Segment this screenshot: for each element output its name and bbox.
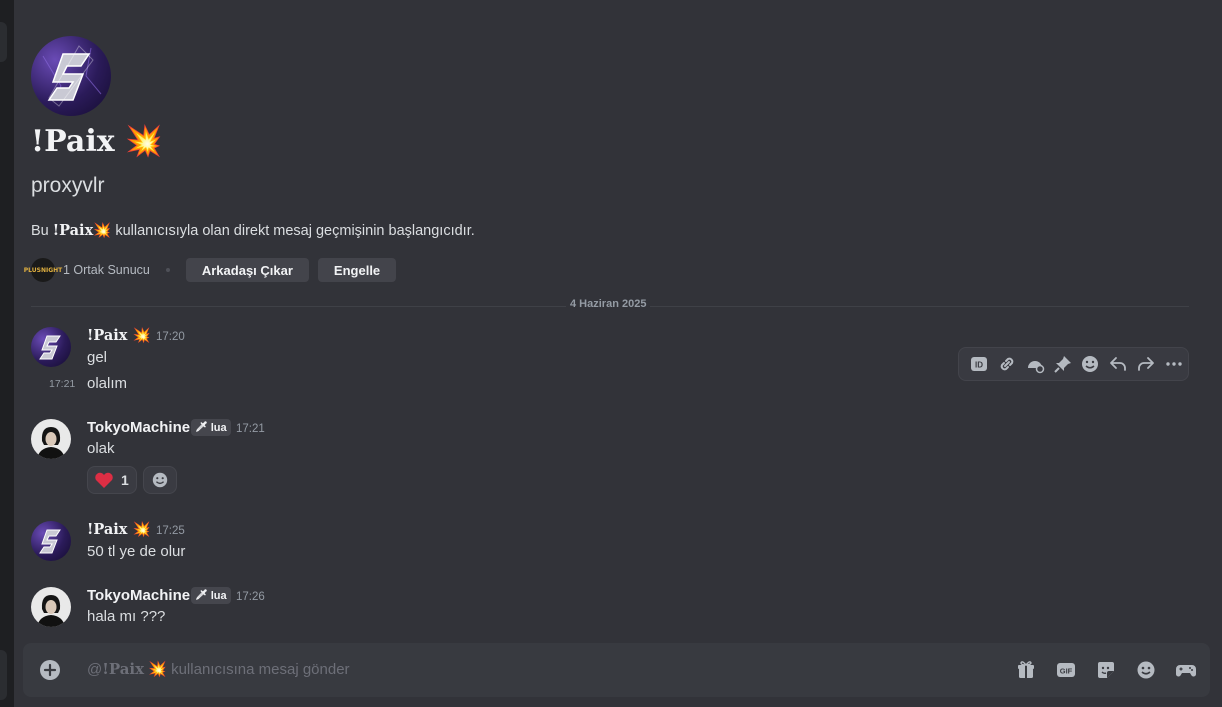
message-content: 50 tl ye de olur <box>87 543 186 560</box>
tag-text: lua <box>210 589 227 602</box>
placeholder-emoji: 💥 <box>148 661 167 678</box>
message-toolbar: ID <box>958 347 1189 381</box>
reaction-heart[interactable]: 1 <box>87 466 137 494</box>
avatar[interactable] <box>31 521 71 561</box>
reaction-count: 1 <box>121 472 129 488</box>
avatar[interactable] <box>31 587 71 627</box>
message-input[interactable]: @!Paix 💥 kullanıcısına mesaj gönder <box>87 660 350 678</box>
intro-actions: PLUSNIGHT 1 Ortak Sunucu Arkadaşı Çıkar … <box>24 258 405 282</box>
message-content: olalım <box>87 375 128 392</box>
rail-tab[interactable] <box>0 22 7 62</box>
intro-description: Bu !Paix💥 kullanıcısıyla olan direkt mes… <box>31 222 475 239</box>
emoji-icon <box>152 472 168 488</box>
emoji-icon[interactable] <box>1077 350 1105 378</box>
server-rail <box>0 0 14 707</box>
author-name: !Paix <box>87 327 128 344</box>
user-tag[interactable]: 🗡 lua <box>191 587 231 604</box>
add-reaction-button[interactable] <box>143 466 177 494</box>
gift-icon[interactable] <box>1006 656 1046 684</box>
tag-badge-icon: 🗡 <box>195 422 208 433</box>
author-emoji: 💥 <box>132 328 151 344</box>
placeholder-prefix: @ <box>87 661 103 678</box>
message-author[interactable]: !Paix 💥 <box>87 327 151 344</box>
profile-username: proxyvlr <box>31 174 105 197</box>
rail-tab[interactable] <box>0 650 7 700</box>
forward-icon[interactable] <box>1132 350 1160 378</box>
message-composer: @!Paix 💥 kullanıcısına mesaj gönder GIF <box>23 643 1210 697</box>
pin-icon[interactable] <box>1049 350 1077 378</box>
svg-text:ID: ID <box>975 361 983 370</box>
upload-plus-button[interactable] <box>40 660 60 684</box>
message-timestamp[interactable]: 17:21 <box>49 378 75 390</box>
id-icon[interactable]: ID <box>965 350 993 378</box>
block-button[interactable]: Engelle <box>317 258 397 282</box>
message-timestamp[interactable]: 17:20 <box>156 331 185 343</box>
message-timestamp[interactable]: 17:26 <box>236 591 265 603</box>
mutual-server-icon[interactable]: PLUSNIGHT <box>24 258 62 282</box>
tag-text: lua <box>210 421 227 434</box>
desc-emoji: 💥 <box>93 223 112 239</box>
separator-dot <box>165 268 170 272</box>
more-icon[interactable] <box>1160 350 1188 378</box>
reply-icon[interactable] <box>1104 350 1132 378</box>
profile-avatar[interactable] <box>31 36 111 116</box>
apps-icon[interactable] <box>1166 656 1206 684</box>
mutual-servers-link[interactable]: 1 Ortak Sunucu <box>63 263 150 277</box>
message-author[interactable]: !Paix 💥 <box>87 521 151 538</box>
desc-name: !Paix <box>52 222 94 239</box>
message-content: olak <box>87 440 115 457</box>
link-icon[interactable] <box>993 350 1021 378</box>
avatar[interactable] <box>31 327 71 367</box>
remove-friend-button[interactable]: Arkadaşı Çıkar <box>185 258 309 282</box>
message-author[interactable]: TokyoMachine <box>87 587 190 604</box>
thread-icon[interactable] <box>1021 350 1049 378</box>
composer-icons: GIF <box>1006 656 1206 684</box>
heart-icon <box>95 472 113 488</box>
display-name-text: !Paix <box>31 124 115 159</box>
message-timestamp[interactable]: 17:21 <box>236 423 265 435</box>
tag-badge-icon: 🗡 <box>195 590 208 601</box>
gif-label: GIF <box>1060 667 1073 676</box>
author-name: !Paix <box>87 521 128 538</box>
desc-suffix: kullanıcısıyla olan direkt mesaj geçmişi… <box>115 223 475 239</box>
avatar[interactable] <box>31 419 71 459</box>
author-emoji: 💥 <box>132 522 151 538</box>
profile-display-name: !Paix 💥 <box>31 124 162 159</box>
gif-icon[interactable]: GIF <box>1046 656 1086 684</box>
dm-channel: !Paix 💥 proxyvlr Bu !Paix💥 kullanıcısıyl… <box>14 0 1222 707</box>
emoji-icon[interactable] <box>1126 656 1166 684</box>
name-emoji: 💥 <box>125 124 163 159</box>
sticker-icon[interactable] <box>1086 656 1126 684</box>
message-content: hala mı ??? <box>87 608 166 625</box>
desc-prefix: Bu <box>31 223 49 239</box>
plus-icon <box>40 660 60 680</box>
placeholder-suffix: kullanıcısına mesaj gönder <box>171 661 350 678</box>
message-content: gel <box>87 349 108 366</box>
message-author[interactable]: TokyoMachine <box>87 419 190 436</box>
user-tag[interactable]: 🗡 lua <box>191 419 231 436</box>
message-timestamp[interactable]: 17:25 <box>156 525 185 537</box>
server-icon-text: PLUSNIGHT <box>23 266 63 274</box>
placeholder-name: !Paix <box>102 660 145 678</box>
date-divider-label: 4 Haziran 2025 <box>566 298 651 310</box>
